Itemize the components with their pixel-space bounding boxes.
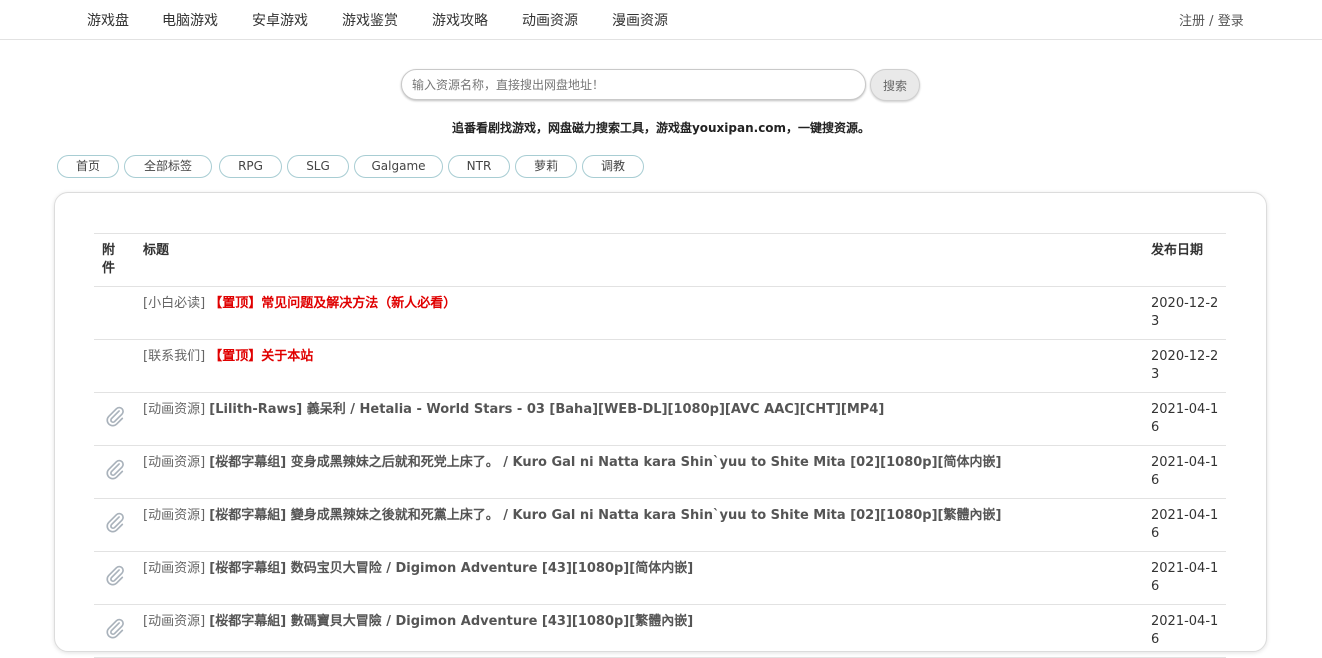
table-row: [动画资源] [Lilith-Raws] 義呆利 / Hetalia - Wor…	[94, 393, 1226, 446]
paperclip-icon	[106, 565, 124, 586]
row-date: 2021-04-16	[1151, 561, 1219, 594]
paperclip-icon	[106, 512, 124, 533]
header-title: 标题	[143, 243, 170, 258]
row-title-link[interactable]: 【置顶】常见问题及解决方法（新人必看）	[209, 296, 456, 311]
auth-links: 注册 / 登录	[1179, 10, 1244, 29]
nav-item-game-reviews[interactable]: 游戏鉴赏	[342, 10, 398, 30]
table-row: [小白必读] 【置顶】常见问题及解决方法（新人必看） 2020-12-23	[94, 287, 1226, 340]
row-category: [联系我们]	[143, 349, 206, 364]
row-date: 2020-12-23	[1151, 349, 1219, 382]
row-category: [动画资源]	[143, 455, 206, 470]
table-row: [动画资源] [桜都字幕組] 數碼寶貝大冒險 / Digimon Adventu…	[94, 605, 1226, 658]
row-category: [小白必读]	[143, 296, 206, 311]
tag-galgame[interactable]: Galgame	[354, 155, 443, 178]
header-attachment: 附件	[102, 243, 116, 276]
search-input[interactable]	[401, 69, 866, 100]
register-link[interactable]: 注册	[1179, 14, 1205, 29]
nav-item-android-games[interactable]: 安卓游戏	[252, 10, 308, 30]
table-row: [动画资源] [桜都字幕组] 变身成黑辣妹之后就和死党上床了。 / Kuro G…	[94, 446, 1226, 499]
paperclip-icon	[106, 618, 124, 639]
paperclip-icon	[106, 406, 124, 427]
nav-item-game-guides[interactable]: 游戏攻略	[432, 10, 488, 30]
login-link[interactable]: 登录	[1218, 14, 1244, 29]
row-title-link[interactable]: [桜都字幕組] 變身成黑辣妹之後就和死黨上床了。 / Kuro Gal ni N…	[209, 508, 1001, 523]
row-title-link[interactable]: [桜都字幕组] 变身成黑辣妹之后就和死党上床了。 / Kuro Gal ni N…	[209, 455, 1001, 470]
site-slogan: 追番看剧找游戏，网盘磁力搜索工具，游戏盘youxipan.com，一键搜资源。	[451, 121, 871, 135]
tag-training[interactable]: 调教	[582, 155, 644, 178]
tag-loli[interactable]: 萝莉	[515, 155, 577, 178]
row-title-link[interactable]: [桜都字幕组] 数码宝贝大冒险 / Digimon Adventure [43]…	[209, 561, 693, 576]
tag-all-tags[interactable]: 全部标签	[124, 155, 212, 178]
row-date: 2021-04-16	[1151, 508, 1219, 541]
tag-ntr[interactable]: NTR	[448, 155, 510, 178]
tag-home[interactable]: 首页	[57, 155, 119, 178]
row-title-link[interactable]: [Lilith-Raws] 義呆利 / Hetalia - World Star…	[209, 402, 884, 417]
table-row: [动画资源] [桜都字幕组] 数码宝贝大冒险 / Digimon Adventu…	[94, 552, 1226, 605]
row-date: 2021-04-16	[1151, 614, 1219, 647]
tag-slg[interactable]: SLG	[287, 155, 349, 178]
search-button[interactable]: 搜索	[870, 69, 920, 101]
tag-rpg[interactable]: RPG	[219, 155, 282, 178]
nav-item-comics[interactable]: 漫画资源	[612, 10, 668, 30]
row-category: [动画资源]	[143, 561, 206, 576]
paperclip-icon	[106, 459, 124, 480]
table-row: [动画资源] [桜都字幕組] 變身成黑辣妹之後就和死黨上床了。 / Kuro G…	[94, 499, 1226, 552]
post-table: 附件 标题 发布日期 [小白必读] 【置顶】常见问题及解决方法（新人必看） 20…	[94, 233, 1226, 658]
nav-item-anime[interactable]: 动画资源	[522, 10, 578, 30]
auth-separator: /	[1209, 14, 1214, 29]
table-row: [联系我们] 【置顶】关于本站 2020-12-23	[94, 340, 1226, 393]
row-date: 2020-12-23	[1151, 296, 1219, 329]
row-title-link[interactable]: 【置顶】关于本站	[209, 349, 313, 364]
header-date: 发布日期	[1151, 243, 1204, 258]
top-nav: 游戏盘 电脑游戏 安卓游戏 游戏鉴赏 游戏攻略 动画资源 漫画资源 注册 / 登…	[0, 0, 1322, 40]
row-date: 2021-04-16	[1151, 402, 1219, 435]
nav-item-pc-games[interactable]: 电脑游戏	[162, 10, 218, 30]
row-category: [动画资源]	[143, 508, 206, 523]
nav-item-home[interactable]: 游戏盘	[87, 10, 129, 30]
table-header: 附件 标题 发布日期	[94, 234, 1226, 287]
row-date: 2021-04-16	[1151, 455, 1219, 488]
row-category: [动画资源]	[143, 402, 206, 417]
